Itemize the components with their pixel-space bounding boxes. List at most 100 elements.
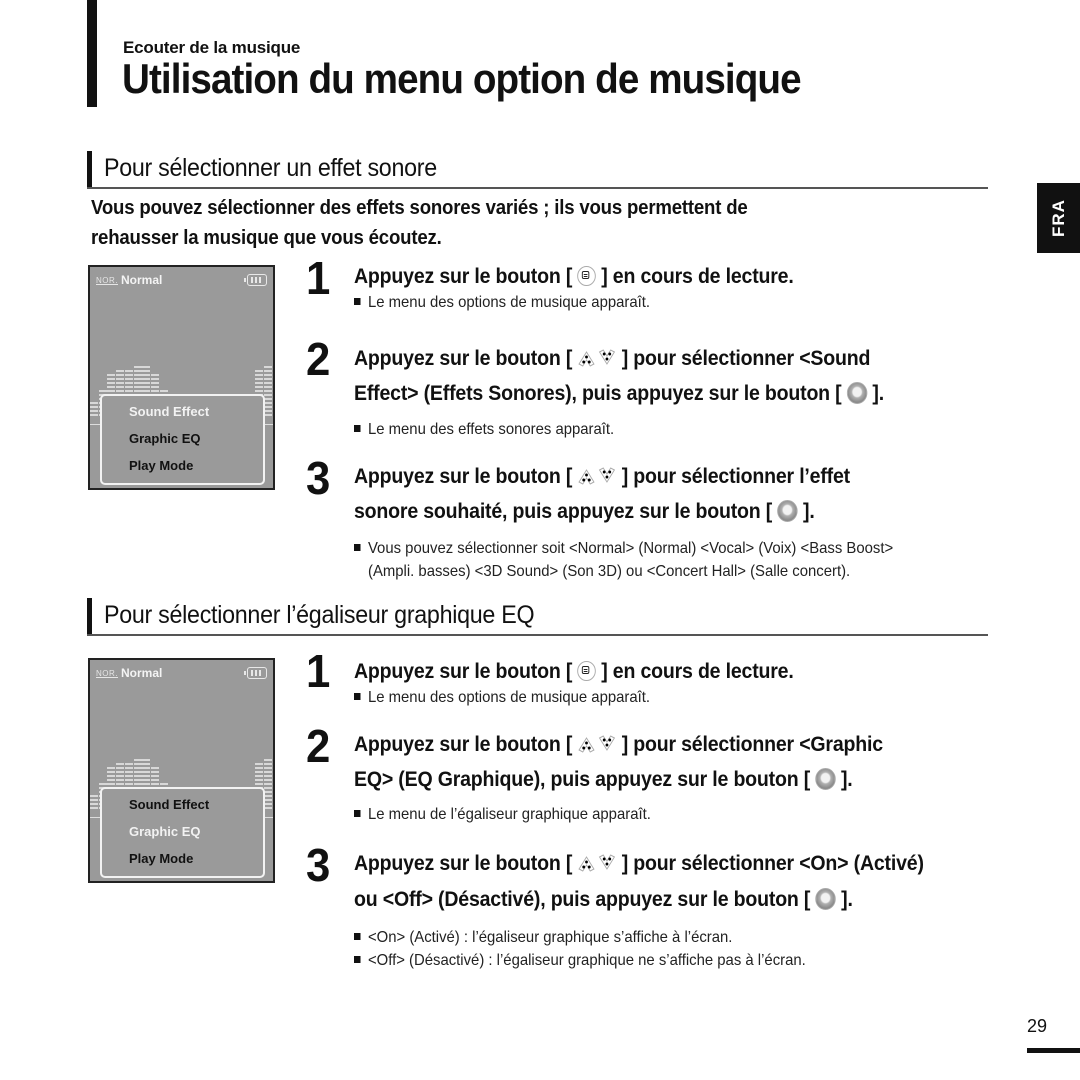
ndr-label: NOR.: [96, 276, 118, 285]
eq-bar: [272, 765, 273, 809]
instruction-text: ].: [797, 500, 815, 523]
note-text: Le menu des options de musique apparaît.: [367, 294, 651, 311]
step-number: 3: [306, 452, 331, 504]
step-instruction: Appuyez sur le bouton [ ] pour sélection…: [354, 347, 870, 371]
instruction-text: ].: [835, 888, 853, 911]
step-note: Vous pouvez sélectionner soit <Normal> (…: [354, 540, 893, 558]
instruction-text: ] pour sélectionner <Graphic: [616, 733, 883, 756]
menu-item[interactable]: Graphic EQ: [129, 431, 201, 446]
eq-bar: [264, 364, 272, 416]
step-note: Le menu des options de musique apparaît.: [354, 689, 650, 707]
heading-bar: [87, 151, 92, 187]
step-note: <Off> (Désactivé) : l’égaliseur graphiqu…: [354, 952, 806, 970]
section-heading-sound-effect: Pour sélectionner un effet sonore: [87, 151, 988, 189]
step-instruction: Appuyez sur le bouton [ ] en cours de le…: [354, 265, 794, 289]
page-number: 29: [1027, 1016, 1048, 1036]
note-text: <On> (Activé) : l’égaliseur graphique s’…: [367, 929, 733, 946]
ndr-label: NOR.: [96, 669, 118, 678]
step-instruction: EQ> (EQ Graphique), puis appuyez sur le …: [354, 768, 853, 792]
step-number: 2: [306, 720, 331, 772]
instruction-text: Appuyez sur le bouton [: [354, 660, 578, 683]
ok-button-icon: [846, 382, 868, 404]
bullet-icon: [354, 425, 361, 432]
step-instruction: sonore souhaité, puis appuyez sur le bou…: [354, 500, 815, 524]
up-down-button-icon: [578, 735, 616, 753]
menu-item[interactable]: Graphic EQ: [129, 824, 201, 839]
ok-button-icon: [815, 768, 836, 790]
instruction-text: ] pour sélectionner <Sound: [616, 347, 871, 370]
step-number: 1: [306, 645, 331, 697]
step-instruction: Appuyez sur le bouton [ ] en cours de le…: [354, 660, 794, 684]
step-instruction: Appuyez sur le bouton [ ] pour sélection…: [354, 733, 883, 757]
bullet-icon: [354, 298, 361, 305]
instruction-text: ] en cours de lecture.: [595, 660, 794, 683]
intro-paragraph: Vous pouvez sélectionner des effets sono…: [91, 193, 854, 253]
bullet-icon: [354, 956, 361, 963]
language-tab-label: FRA: [1048, 199, 1068, 237]
ok-button-icon: [777, 500, 798, 522]
bullet-icon: [354, 544, 361, 551]
intro-line: Vous pouvez sélectionner des effets sono…: [91, 197, 748, 219]
instruction-text: ] pour sélectionner <On> (Activé): [616, 852, 924, 875]
step-instruction: ou <Off> (Désactivé), puis appuyez sur l…: [354, 888, 853, 912]
instruction-text: Appuyez sur le bouton [: [354, 265, 578, 288]
bullet-icon: [354, 693, 361, 700]
step-number: 3: [306, 839, 331, 891]
step-number: 1: [306, 252, 331, 304]
instruction-text: ] en cours de lecture.: [595, 265, 794, 288]
instruction-text: Appuyez sur le bouton [: [354, 465, 578, 488]
sound-mode-label: Normal: [121, 666, 163, 680]
step-number: 2: [306, 333, 331, 385]
section-heading-text: Pour sélectionner un effet sonore: [104, 154, 437, 182]
step-note: Le menu de l’égaliseur graphique apparaî…: [354, 806, 651, 824]
instruction-text: Appuyez sur le bouton [: [354, 733, 578, 756]
instruction-text: Appuyez sur le bouton [: [354, 852, 578, 875]
instruction-text: ] pour sélectionner l’effet: [616, 465, 850, 488]
eq-bar: [90, 793, 98, 809]
note-text: Le menu de l’égaliseur graphique apparaî…: [367, 806, 651, 823]
instruction-text: EQ> (EQ Graphique), puis appuyez sur le …: [354, 768, 816, 791]
instruction-text: ].: [835, 768, 853, 791]
instruction-text: ].: [867, 382, 884, 405]
step-instruction: Appuyez sur le bouton [ ] pour sélection…: [354, 465, 850, 489]
step-instruction: Appuyez sur le bouton [ ] pour sélection…: [354, 852, 924, 876]
up-down-button-icon: [578, 854, 616, 872]
instruction-text: ou <Off> (Désactivé), puis appuyez sur l…: [354, 888, 816, 911]
menu-item[interactable]: Play Mode: [129, 851, 193, 866]
device-screen-graphic-eq: NOR. Normal Sound Effect Graphic EQ Play Mod…: [88, 658, 275, 883]
page-title: Utilisation du menu option de musique: [122, 55, 802, 102]
ok-button-icon: [815, 888, 836, 910]
step-instruction: Effect> (Effets Sonores), puis appuyez s…: [354, 382, 884, 406]
instruction-text: Appuyez sur le bouton [: [354, 347, 578, 370]
step-note: (Ampli. basses) <3D Sound> (Son 3D) ou <…: [368, 563, 850, 581]
options-menu: Sound Effect Graphic EQ Play Mode: [100, 787, 265, 878]
note-text: (Ampli. basses) <3D Sound> (Son 3D) ou <…: [368, 563, 851, 580]
intro-line: rehausser la musique que vous écoutez.: [91, 227, 442, 249]
eq-bar: [90, 400, 98, 416]
up-down-button-icon: [578, 467, 616, 485]
up-down-button-icon: [578, 349, 616, 367]
bullet-icon: [354, 810, 361, 817]
note-text: Le menu des options de musique apparaît.: [367, 689, 651, 706]
menu-button-icon: [577, 661, 596, 681]
sound-mode-label: Normal: [121, 273, 163, 287]
battery-icon: [244, 274, 267, 286]
page-number-rule: [1027, 1048, 1080, 1053]
options-menu: Sound Effect Graphic EQ Play Mode: [100, 394, 265, 485]
menu-item[interactable]: Sound Effect: [129, 797, 209, 812]
menu-item[interactable]: Sound Effect: [129, 404, 209, 419]
eq-bar: [264, 757, 272, 809]
section-heading-text: Pour sélectionner l’égaliseur graphique …: [104, 601, 535, 629]
device-screen-sound-effect: NOR. Normal Sound Effect Graphic EQ Play Mod…: [88, 265, 275, 490]
bullet-icon: [354, 933, 361, 940]
step-note: Le menu des options de musique apparaît.: [354, 294, 650, 312]
step-note: <On> (Activé) : l’égaliseur graphique s’…: [354, 929, 732, 947]
note-text: Vous pouvez sélectionner soit <Normal> (…: [367, 540, 894, 557]
heading-bar: [87, 598, 92, 634]
instruction-text: Effect> (Effets Sonores), puis appuyez s…: [354, 382, 847, 405]
step-note: Le menu des effets sonores apparaît.: [354, 421, 614, 439]
menu-button-icon: [577, 266, 596, 286]
instruction-text: sonore souhaité, puis appuyez sur le bou…: [354, 500, 778, 523]
menu-item[interactable]: Play Mode: [129, 458, 193, 473]
language-tab: FRA: [1037, 183, 1080, 253]
